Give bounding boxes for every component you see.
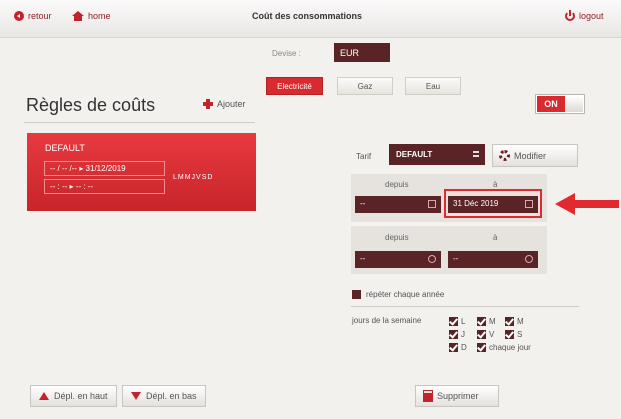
rule-name: DEFAULT: [45, 143, 85, 153]
checkbox-checked: [505, 317, 514, 326]
repeat-label: répéter chaque année: [366, 290, 445, 299]
checkbox-checked: [477, 330, 486, 339]
checkbox-checked: [449, 343, 458, 352]
plus-icon: [203, 99, 213, 109]
delete-label: Supprimer: [437, 391, 479, 401]
calendar-icon: [428, 200, 436, 208]
tarif-value: DEFAULT: [396, 150, 433, 159]
divider: [351, 306, 579, 307]
repeat-yearly-checkbox[interactable]: répéter chaque année: [352, 290, 444, 299]
move-up-label: Dépl. en haut: [54, 391, 108, 401]
day-label: M: [489, 317, 496, 326]
clock-icon: [525, 255, 533, 263]
back-link[interactable]: retour: [14, 11, 52, 21]
date-to-highlight-box: [444, 189, 542, 218]
day-checkbox-j[interactable]: J: [449, 330, 465, 339]
time-from-field[interactable]: --: [355, 251, 441, 268]
divider: [24, 122, 255, 123]
rule-days-code: LMMJVSD: [173, 174, 214, 181]
tarif-select[interactable]: DEFAULT: [389, 144, 485, 165]
checkbox-checked: [449, 317, 458, 326]
every-day-checkbox[interactable]: chaque jour: [477, 343, 531, 352]
arrow-head: [555, 193, 575, 215]
checkbox-checked: [477, 317, 486, 326]
home-icon: [72, 11, 84, 21]
every-day-label: chaque jour: [489, 343, 531, 352]
arrow-shaft: [573, 200, 619, 208]
toggle-knob: [565, 96, 583, 112]
pointer-arrow-icon: [555, 193, 619, 215]
move-down-button[interactable]: Dépl. en bas: [122, 385, 206, 407]
triangle-down-icon: [131, 392, 141, 400]
delete-button[interactable]: Supprimer: [415, 385, 499, 407]
day-checkbox-m2[interactable]: M: [505, 317, 524, 326]
devise-select[interactable]: EUR: [334, 43, 390, 62]
checkbox-checked: [505, 330, 514, 339]
day-checkbox-v[interactable]: V: [477, 330, 494, 339]
date-from-field[interactable]: --: [355, 196, 441, 213]
rule-item-default[interactable]: DEFAULT -- / -- /-- ▸ 31/12/2019 -- : --…: [27, 133, 256, 211]
clock-icon: [428, 255, 436, 263]
trash-icon: [423, 390, 433, 402]
time-from-label: depuis: [385, 233, 409, 242]
move-down-label: Dépl. en bas: [146, 391, 197, 401]
modify-label: Modifier: [514, 150, 547, 161]
day-label: L: [461, 317, 466, 326]
date-from-label: depuis: [385, 180, 409, 189]
on-off-toggle[interactable]: ON: [535, 94, 585, 114]
day-label: D: [461, 343, 467, 352]
add-rule-button[interactable]: Ajouter: [203, 99, 246, 109]
home-label: home: [88, 11, 111, 21]
page-title: Coût des consommations: [252, 11, 363, 21]
time-from-value: --: [360, 254, 366, 263]
triangle-up-icon: [39, 392, 49, 400]
day-checkbox-s[interactable]: S: [505, 330, 522, 339]
day-checkbox-m1[interactable]: M: [477, 317, 496, 326]
move-up-button[interactable]: Dépl. en haut: [30, 385, 117, 407]
day-checkbox-d[interactable]: D: [449, 343, 467, 352]
home-link[interactable]: home: [72, 11, 111, 21]
menu-icon: [473, 151, 479, 157]
time-to-label: à: [493, 233, 498, 242]
rule-time-range: -- : -- ▸ -- : --: [44, 179, 165, 194]
back-arrow-icon: [14, 11, 24, 21]
devise-label: Devise :: [272, 49, 301, 58]
day-checkbox-l[interactable]: L: [449, 317, 465, 326]
logout-label: logout: [579, 11, 604, 21]
gear-icon: [499, 150, 510, 161]
date-from-value: --: [360, 199, 366, 208]
day-label: V: [489, 330, 495, 339]
checkbox: [352, 290, 361, 299]
checkbox-checked: [477, 343, 486, 352]
power-icon: [565, 10, 575, 21]
date-to-label: à: [493, 180, 498, 189]
rules-title: Règles de coûts: [26, 95, 156, 115]
tarif-label: Tarif: [356, 152, 372, 161]
time-to-field[interactable]: --: [448, 251, 538, 268]
rule-date-range: -- / -- /-- ▸ 31/12/2019: [44, 161, 165, 176]
day-label: J: [461, 330, 465, 339]
logout-link[interactable]: logout: [565, 10, 604, 21]
modify-button[interactable]: Modifier: [492, 144, 578, 167]
checkbox-checked: [449, 330, 458, 339]
app-window: retour home Coût des consommations logou…: [0, 0, 621, 419]
day-label: S: [517, 330, 523, 339]
add-rule-label: Ajouter: [217, 99, 246, 109]
time-to-value: --: [453, 254, 459, 263]
tab-electricite[interactable]: Electricité: [266, 77, 323, 95]
tab-eau[interactable]: Eau: [405, 77, 461, 95]
top-bar: retour home Coût des consommations logou…: [0, 0, 621, 38]
weekdays-label: jours de la semaine: [352, 316, 422, 325]
back-label: retour: [28, 11, 52, 21]
toggle-on-label: ON: [537, 96, 565, 112]
tab-gaz[interactable]: Gaz: [337, 77, 393, 95]
day-label: M: [517, 317, 524, 326]
